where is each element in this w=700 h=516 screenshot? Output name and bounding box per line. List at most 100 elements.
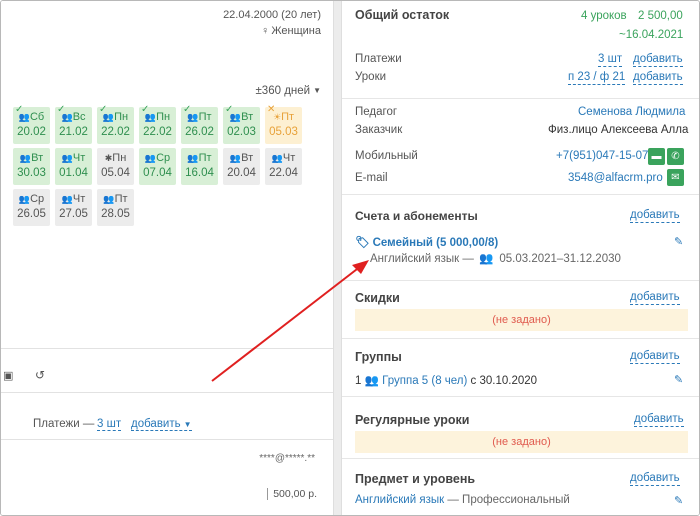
history-icon[interactable]: ↺ — [35, 368, 45, 382]
cell-day: Ср — [30, 193, 45, 205]
teacher-label: Педагог — [355, 106, 398, 118]
teacher-link[interactable]: Семенова Людмила — [578, 106, 685, 118]
cell-date: 02.03 — [227, 126, 256, 138]
cell-date: 05.04 — [101, 167, 130, 179]
payments-count-link[interactable]: 3 шт — [97, 418, 122, 431]
people-icon: 👥 — [61, 194, 73, 204]
window: 22.04.2000 (20 лет) ♀ Женщина ±360 дней ▼ … — [0, 0, 700, 516]
subject-section: Предмет и уровень добавить Английский яз… — [342, 459, 699, 515]
contacts-section: Педагог Семенова Людмила Заказчик Физ.ли… — [342, 99, 699, 195]
balance-amount: 2 500,00 — [638, 10, 683, 22]
subscription-link[interactable]: 🏷 Семейный (5 000,00/8) — [355, 235, 498, 249]
subject-title: Предмет и уровень — [355, 472, 476, 486]
calendar-cell[interactable]: ✱Пн 05.04 — [97, 148, 134, 185]
calendar-cell[interactable]: 👥Чт 01.04 — [55, 148, 92, 185]
cell-date: 07.04 — [143, 167, 172, 179]
cell-date: 16.04 — [185, 167, 214, 179]
payments-add-link[interactable]: добавить — [633, 53, 683, 67]
regular-lessons-add-link[interactable]: добавить — [634, 413, 684, 427]
calendar-cell[interactable]: 👥Пт 28.05 — [97, 189, 134, 226]
email-button[interactable]: ✉ — [667, 169, 684, 186]
group-link[interactable]: Группа 5 (8 чел) — [382, 375, 467, 387]
cell-date: 26.05 — [17, 208, 46, 220]
customer-label: Заказчик — [355, 124, 403, 136]
people-icon: 👥 — [187, 153, 199, 163]
calendar-cell[interactable]: 👥Чт 27.05 — [55, 189, 92, 226]
lessons-label: Уроки — [355, 71, 387, 83]
payments-count-link[interactable]: 3 шт — [598, 53, 623, 67]
cell-day: Вс — [72, 111, 86, 123]
range-selector[interactable]: ±360 дней ▼ — [256, 85, 322, 97]
payments-add-link[interactable]: добавить ▼ — [131, 418, 192, 431]
lessons-add-link[interactable]: добавить — [633, 71, 683, 85]
people-icon: 👥 — [19, 153, 32, 163]
check-icon: ✓ — [141, 104, 150, 115]
groups-add-link[interactable]: добавить — [630, 350, 680, 364]
cell-day: Пт — [198, 111, 212, 123]
calendar-cell[interactable]: ✓ 👥Пн 22.02 — [139, 104, 176, 144]
subject-link[interactable]: Английский язык — [355, 494, 444, 506]
balance-section: Общий остаток 4 уроков 2 500,00 ~16.04.2… — [342, 1, 699, 99]
phone-icon: ✆ — [671, 151, 680, 162]
subject-row: Английский язык — Профессиональный — [355, 494, 570, 506]
left-panel: 22.04.2000 (20 лет) ♀ Женщина ±360 дней ▼ … — [1, 1, 333, 515]
discounts-title: Скидки — [355, 291, 400, 305]
calendar-cell[interactable]: 👥Вт 20.04 — [223, 148, 260, 185]
check-icon: ✓ — [57, 104, 66, 115]
lessons-calendar-panel: 22.04.2000 (20 лет) ♀ Женщина ±360 дней ▼ … — [1, 1, 333, 349]
cell-date: 22.02 — [143, 126, 172, 138]
people-icon: 👥 — [479, 253, 494, 265]
discounts-add-link[interactable]: добавить — [630, 291, 680, 305]
camera-icon[interactable]: ▣ — [3, 369, 13, 382]
female-icon: ♀ — [261, 25, 270, 37]
edit-group-icon[interactable]: ✎ — [674, 373, 683, 386]
calendar-cell[interactable]: ✓ 👥Пт 26.02 — [181, 104, 218, 144]
cell-day: Пн — [156, 111, 171, 123]
people-icon: 👥 — [271, 153, 283, 163]
calendar-cell[interactable]: ✓ 👥Пн 22.02 — [97, 104, 134, 144]
group-row: 1 👥 Группа 5 (8 чел) с 30.10.2020 — [355, 375, 538, 387]
date-of-birth: 22.04.2000 (20 лет) — [223, 9, 321, 21]
people-icon: 👥 — [18, 194, 31, 204]
left-payments-row: Платежи — 3 шт добавить ▼ — [1, 394, 333, 440]
calendar-cell[interactable]: 👥Вт 30.03 — [13, 148, 50, 185]
caret-down-icon: ▼ — [183, 420, 192, 429]
cell-day: Вт — [31, 152, 44, 164]
cell-date: 28.05 — [101, 208, 130, 220]
envelope-icon: ✉ — [671, 172, 680, 183]
cell-date: 05.03 — [269, 126, 298, 138]
calendar-cell[interactable]: ✓ 👥Сб 20.02 — [13, 104, 50, 144]
calendar-cell[interactable]: 👥Ср 07.04 — [139, 148, 176, 185]
sms-button[interactable]: ▬ — [648, 148, 665, 165]
message-icon: ▬ — [651, 151, 662, 162]
mobile-value[interactable]: +7(951)047-15-07 — [556, 150, 648, 162]
calendar-cell[interactable]: 👥Ср 26.05 — [13, 189, 50, 226]
email-value[interactable]: 3548@alfacrm.pro — [568, 172, 663, 184]
calendar-cell[interactable]: 👥Пт 16.04 — [181, 148, 218, 185]
right-panel: Общий остаток 4 уроков 2 500,00 ~16.04.2… — [342, 1, 699, 515]
calendar-cell[interactable]: ✕ ☀Пт 05.03 — [265, 104, 302, 144]
check-icon: ✓ — [183, 104, 192, 115]
cell-date: 26.02 — [185, 126, 214, 138]
calendar-cell[interactable]: ✓ 👥Вс 21.02 — [55, 104, 92, 144]
tag-icon: 🏷 — [355, 237, 370, 249]
calendar-cell[interactable]: ✓ 👥Вт 02.03 — [223, 104, 260, 144]
edit-subscription-icon[interactable]: ✎ — [674, 235, 683, 248]
balance-lessons: 4 уроков — [581, 10, 627, 22]
email-label: E-mail — [355, 172, 388, 184]
edit-subject-icon[interactable]: ✎ — [674, 494, 683, 507]
check-icon: ✓ — [225, 104, 234, 115]
panel-divider[interactable] — [333, 1, 342, 515]
calendar-cell[interactable]: 👥Чт 22.04 — [265, 148, 302, 185]
cell-date: 27.05 — [59, 208, 88, 220]
cell-day: Пт — [114, 193, 128, 205]
cell-day: Ср — [156, 152, 171, 164]
call-button[interactable]: ✆ — [667, 148, 684, 165]
people-icon: 👥 — [103, 194, 115, 204]
accounts-add-link[interactable]: добавить — [630, 209, 680, 223]
lessons-count-link[interactable]: п 23 / ф 21 — [568, 71, 626, 85]
cell-day: Вт — [241, 152, 254, 164]
groups-section: Группы добавить 1 👥 Группа 5 (8 чел) с 3… — [342, 339, 699, 397]
cell-date: 21.02 — [59, 126, 88, 138]
subject-add-link[interactable]: добавить — [630, 472, 680, 486]
